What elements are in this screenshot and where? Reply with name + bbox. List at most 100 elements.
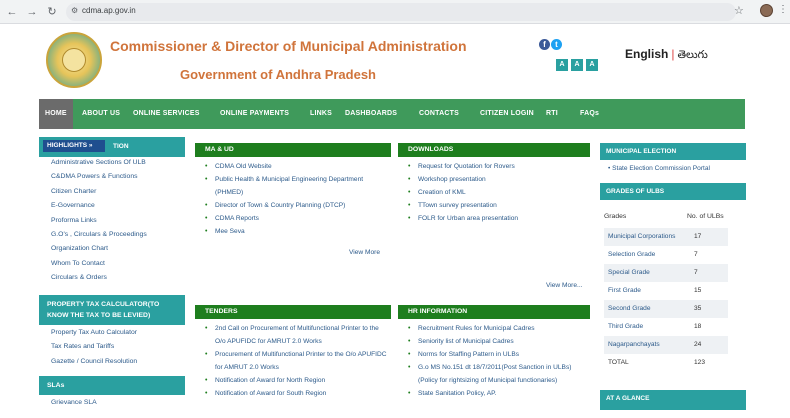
tender-link[interactable]: • 2nd Call on Procurement of Multifunctio… [205,322,391,335]
grade-row: Special Grade 7 [604,264,728,282]
property-tax-header-line2: KNOW THE TAX TO BE LEVIED) [47,312,151,319]
lang-english[interactable]: English [625,47,668,61]
quick-link[interactable]: E-Governance [39,202,185,216]
quick-link[interactable]: Grievance SLA [39,399,185,413]
twitter-icon[interactable]: t [551,39,562,50]
tender-link[interactable]: • Notification of Award for North Region [205,374,391,387]
slas-links: Grievance SLA [39,399,185,413]
maud-link[interactable]: • Director of Town & Country Planning (DT… [205,199,391,212]
nav-faqs[interactable]: FAQs [580,99,599,129]
ap-emblem-logo [46,32,102,88]
municipal-election-header: MUNICIPAL ELECTION [600,143,746,160]
tenders-header: TENDERS [195,305,391,319]
quick-link[interactable]: Proforma Links [39,217,185,231]
reload-icon[interactable]: ↻ [44,4,60,20]
profile-avatar[interactable] [760,4,773,17]
site-info-icon[interactable]: ⚙ [71,6,78,15]
grade-row: First Grade 15 [604,282,728,300]
hr-link[interactable]: • State Sanitation Policy, AP. [408,387,590,400]
highlights-tag[interactable]: HIGHLIGHTS » [43,140,105,152]
font-increase-button[interactable]: A [586,59,598,71]
department-title: Commissioner & Director of Municipal Adm… [110,38,467,54]
quick-link[interactable]: G.O's , Circulars & Proceedings [39,231,185,245]
nav-online-services[interactable]: ONLINE SERVICES [133,99,200,129]
nav-citizen-login[interactable]: CITIZEN LOGIN [480,99,534,129]
font-decrease-button[interactable]: A [556,59,568,71]
hr-link[interactable]: • Seniority list of Municipal Cadres [408,335,590,348]
slas-header: SLAs [39,376,185,395]
download-link[interactable]: • TTown survey presentation [408,199,590,212]
quick-link[interactable]: Whom To Contact [39,260,185,274]
font-size-controls: AAA [556,53,601,71]
download-link[interactable]: • Workshop presentation [408,173,590,186]
property-tax-header-line1: PROPERTY TAX CALCULATOR(TO [47,301,160,308]
hr-link[interactable]: • Norms for Staffing Pattern in ULBs [408,348,590,361]
tender-link-cont[interactable]: O/o APUFIDC for AMRUT 2.0 Works [205,335,391,348]
maud-link[interactable]: • CDMA Old Website [205,160,391,173]
tender-link[interactable]: • Procurement of Multifunctional Printer … [205,348,391,361]
browser-toolbar: ← → ↻ ⚙ cdma.ap.gov.in ☆ ⋮ [0,0,790,24]
downloads-view-more[interactable]: View More... [546,282,583,289]
maud-link[interactable]: • Mee Seva [205,225,391,238]
quick-link[interactable]: Citizen Charter [39,188,185,202]
quick-link[interactable]: Property Tax Auto Calculator [39,329,185,343]
download-link[interactable]: • Creation of KML [408,186,590,199]
tenders-box: TENDERS • 2nd Call on Procurement of Mult… [195,305,391,415]
forward-icon[interactable]: → [24,4,40,20]
quick-link[interactable]: C&DMA Powers & Functions [39,173,185,187]
nav-dashboards[interactable]: DASHBOARDS [345,99,397,129]
nav-contacts[interactable]: CONTACTS [419,99,459,129]
download-link[interactable]: • Request for Quotation for Rovers [408,160,590,173]
maud-view-more[interactable]: View More [349,249,380,256]
lang-separator: | [671,47,675,61]
grade-row: Municipal Corporations 17 [604,228,728,246]
font-normal-button[interactable]: A [571,59,583,71]
url-text: cdma.ap.gov.in [82,6,136,15]
highlights-header: HIGHLIGHTS » TION [39,137,185,157]
quick-link[interactable]: Organization Chart [39,245,185,259]
maud-link-cont[interactable]: (PHMED) [205,186,391,199]
nav-home[interactable]: HOME [39,99,73,129]
hr-link-cont[interactable]: (Policy for rightsizing of Municipal fun… [408,374,590,387]
tender-link[interactable]: • Notification of Award for South Region [205,387,391,400]
hr-info-box: HR INFORMATION • Recruitment Rules for Mu… [398,305,590,415]
grade-row: Nagarpanchayats 24 [604,336,728,354]
quick-link[interactable]: Gazette / Council Resolution [39,358,185,372]
browser-menu-icon[interactable]: ⋮ [778,4,788,15]
grade-row: Second Grade 35 [604,300,728,318]
social-links: ft [539,34,562,52]
election-commission-link[interactable]: • State Election Commission Portal [608,165,710,172]
property-tax-header: PROPERTY TAX CALCULATOR(TO KNOW THE TAX … [39,295,185,325]
nav-about-us[interactable]: ABOUT US [82,99,120,129]
maud-link[interactable]: • CDMA Reports [205,212,391,225]
highlights-tail: TION [113,143,129,150]
maud-header: MA & UD [195,143,391,157]
grade-row: Third Grade 18 [604,318,728,336]
address-bar[interactable]: ⚙ cdma.ap.gov.in [66,3,736,21]
maud-link[interactable]: • Public Health & Municipal Engineering D… [205,173,391,186]
download-link[interactable]: • FOLR for Urban area presentation [408,212,590,225]
hr-info-header: HR INFORMATION [398,305,590,319]
grade-total-row: TOTAL 123 [604,354,728,372]
lang-telugu[interactable]: తెలుగు [677,49,707,61]
count-col-header: No. of ULBs [687,213,724,220]
quick-link[interactable]: Tax Rates and Tariffs [39,343,185,357]
language-switch: English | తెలుగు [625,47,708,64]
nav-online-payments[interactable]: ONLINE PAYMENTS [220,99,289,129]
tender-link-cont[interactable]: for AMRUT 2.0 Works [205,361,391,374]
downloads-box: DOWNLOADS • Request for Quotation for Rov… [398,143,590,295]
nav-rti[interactable]: RTI [546,99,558,129]
hr-link[interactable]: • Recruitment Rules for Municipal Cadres [408,322,590,335]
quick-link[interactable]: Administrative Sections Of ULB [39,159,185,173]
site-header: Commissioner & Director of Municipal Adm… [0,24,790,98]
quick-link[interactable]: Circulars & Orders [39,274,185,288]
bookmark-star-icon[interactable]: ☆ [734,4,744,17]
hr-link[interactable]: • G.o MS No.151 dt 18/7/2011(Post Sanctio… [408,361,590,374]
back-icon[interactable]: ← [4,4,20,20]
property-tax-links: Property Tax Auto Calculator Tax Rates a… [39,329,185,372]
grades-col-header: Grades [604,213,627,220]
nav-links[interactable]: LINKS [310,99,332,129]
quick-links-list: Administrative Sections Of ULB C&DMA Pow… [39,159,185,289]
facebook-icon[interactable]: f [539,39,550,50]
main-nav: HOME ABOUT US ONLINE SERVICES ONLINE PAY… [39,99,745,129]
